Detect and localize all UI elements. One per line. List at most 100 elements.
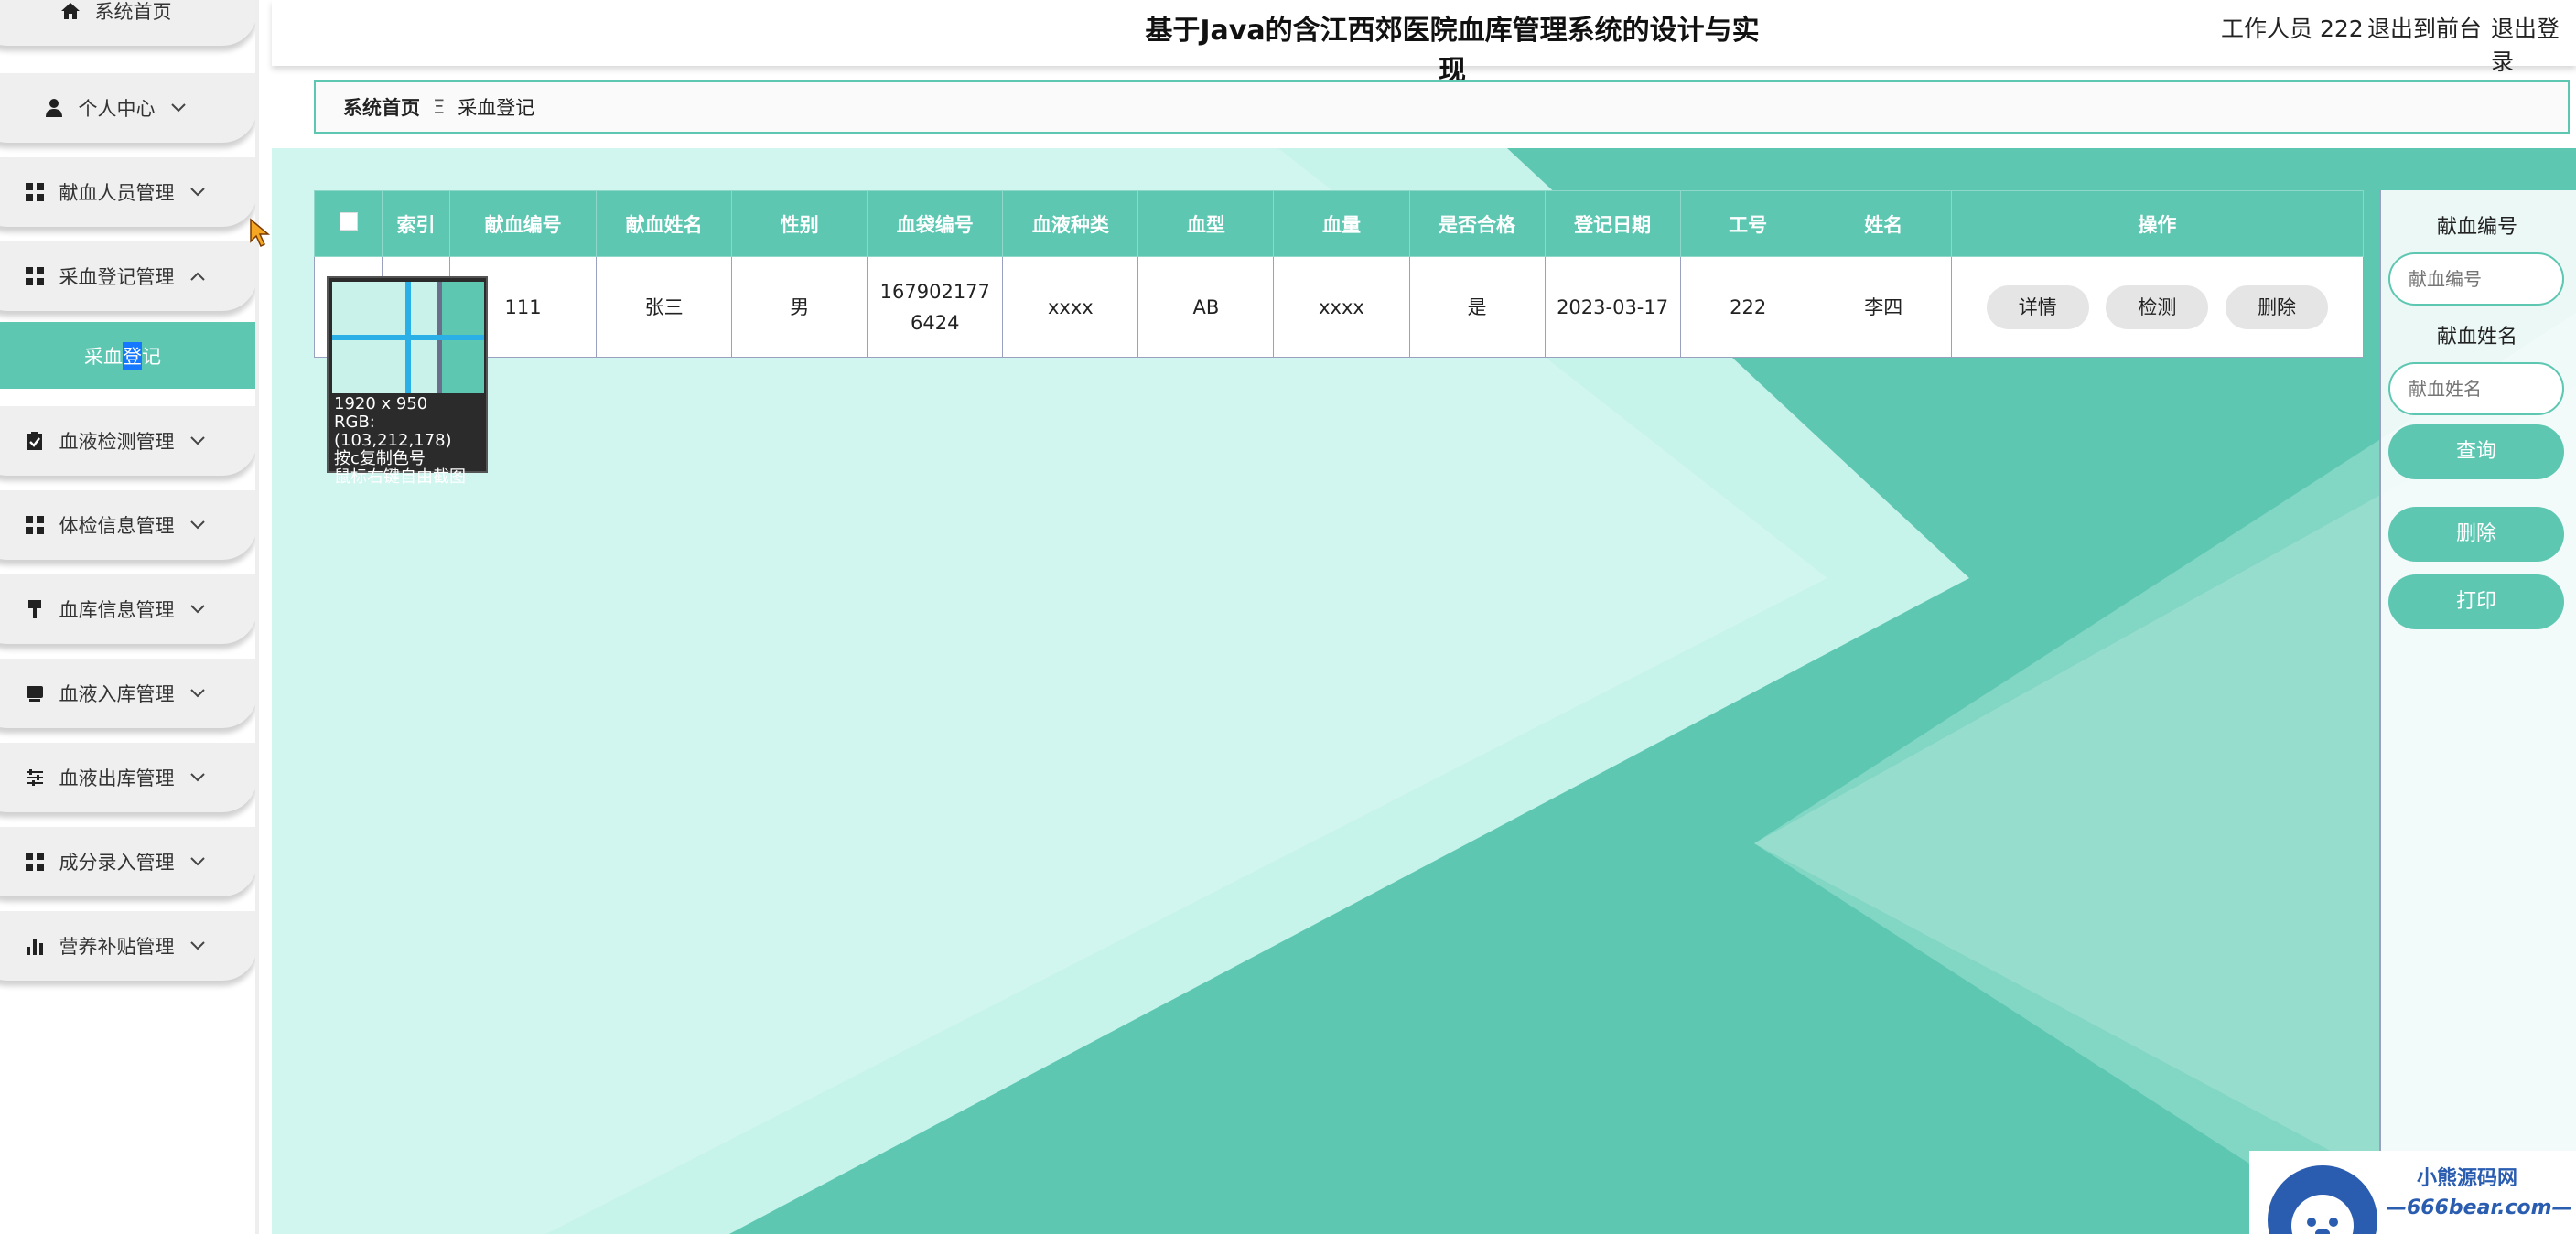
sidebar-item-blood-bank-info[interactable]: 血库信息管理 bbox=[0, 574, 255, 644]
sidebar-item-label: 营养补贴管理 bbox=[59, 936, 175, 958]
sidebar-item-collection-management[interactable]: 采血登记管理 bbox=[0, 241, 255, 311]
donor-no-label: 献血编号 bbox=[2436, 216, 2517, 239]
sidebar-item-component-entry[interactable]: 成分录入管理 bbox=[0, 827, 255, 896]
sub-label-selected-part: 登 bbox=[123, 341, 142, 370]
top-header: 基于Java的含江西郊医院血库管理系统的设计与实现 工作人员 222 退出到前台… bbox=[272, 0, 2576, 87]
sidebar-item-label: 个人中心 bbox=[78, 98, 156, 120]
breadcrumb: 系统首页 Ξ 采血登记 bbox=[314, 80, 2570, 134]
column-header: 登记日期 bbox=[1544, 190, 1681, 257]
sidebar-item-blood-testing[interactable]: 血液检测管理 bbox=[0, 406, 255, 476]
chevron-down-icon bbox=[188, 767, 208, 788]
donor-no-input[interactable] bbox=[2388, 252, 2564, 306]
cell-blood-type: AB bbox=[1137, 256, 1275, 358]
mouse-cursor-icon bbox=[250, 218, 271, 248]
column-header: 操作 bbox=[1950, 190, 2365, 257]
chevron-down-icon bbox=[188, 515, 208, 535]
cell-qualified: 是 bbox=[1408, 256, 1546, 358]
sidebar-item-home[interactable]: 系统首页 bbox=[0, 0, 255, 46]
sidebar-item-personal-center[interactable]: 个人中心 bbox=[0, 73, 255, 143]
sidebar-item-label: 血液出库管理 bbox=[59, 767, 175, 789]
cell-staff-name: 李四 bbox=[1815, 256, 1952, 358]
bear-logo bbox=[2268, 1165, 2377, 1234]
select-all-header[interactable] bbox=[313, 190, 383, 257]
chevron-down-icon bbox=[188, 936, 208, 956]
donor-name-input[interactable] bbox=[2388, 362, 2564, 415]
cell-bag-no-line2: 6424 bbox=[911, 311, 960, 334]
sidebar-item-label: 系统首页 bbox=[94, 1, 172, 23]
brush-icon bbox=[23, 597, 47, 621]
column-header: 献血编号 bbox=[449, 190, 598, 257]
sidebar-item-label: 血液检测管理 bbox=[59, 431, 175, 453]
watermark-url: —666bear.com— bbox=[2387, 1196, 2572, 1219]
cell-bag-no: 167902177 6424 bbox=[867, 256, 1004, 358]
magnifier-preview bbox=[332, 282, 484, 393]
chevron-down-icon bbox=[188, 852, 208, 872]
column-header: 献血姓名 bbox=[596, 190, 733, 257]
sidebar-subitem-collection-registration[interactable]: 采血登记 bbox=[0, 322, 255, 389]
home-icon bbox=[59, 0, 82, 23]
print-button[interactable]: 打印 bbox=[2388, 574, 2564, 629]
breadcrumb-current: 采血登记 bbox=[458, 97, 535, 119]
query-button[interactable]: 查询 bbox=[2388, 424, 2564, 479]
column-header: 工号 bbox=[1679, 190, 1816, 257]
picker-size: 1920 x 950 bbox=[334, 394, 428, 413]
watermark-title: 小熊源码网 bbox=[2417, 1167, 2518, 1190]
sidebar-item-donor-management[interactable]: 献血人员管理 bbox=[0, 157, 255, 227]
column-header: 性别 bbox=[731, 190, 868, 257]
column-header: 是否合格 bbox=[1408, 190, 1546, 257]
search-panel: 献血编号 献血姓名 查询 删除 打印 bbox=[2379, 190, 2576, 1234]
column-header: 姓名 bbox=[1815, 190, 1952, 257]
sidebar-item-label: 成分录入管理 bbox=[59, 852, 175, 874]
column-header: 血量 bbox=[1273, 190, 1410, 257]
cell-staff-no: 222 bbox=[1679, 256, 1816, 358]
delete-row-button[interactable]: 删除 bbox=[2226, 284, 2329, 329]
column-header: 血型 bbox=[1137, 190, 1275, 257]
sidebar-item-physical-exam[interactable]: 体检信息管理 bbox=[0, 490, 255, 560]
picker-rgb: RGB:(103,212,178) bbox=[334, 413, 452, 450]
front-page-link[interactable]: 退出到前台 bbox=[2367, 11, 2482, 44]
sidebar-item-blood-inbound[interactable]: 血液入库管理 bbox=[0, 659, 255, 728]
sidebar: 系统首页 个人中心 献血人员管理 采血登记管理 采血登记 血液检测管理 体检信息… bbox=[0, 0, 259, 1234]
sidebar-item-label: 体检信息管理 bbox=[59, 515, 175, 537]
detail-button[interactable]: 详情 bbox=[1986, 284, 2089, 329]
table-row: 111 张三 男 167902177 6424 xxxx AB xxxx 是 2… bbox=[313, 256, 2365, 358]
picker-hint-screenshot: 鼠标右键自由截图 bbox=[334, 467, 466, 487]
logout-link[interactable]: 退出登录 bbox=[2491, 11, 2576, 77]
sidebar-item-label: 血库信息管理 bbox=[59, 599, 175, 621]
chevron-up-icon bbox=[188, 266, 208, 286]
registration-table: 索引 献血编号 献血姓名 性别 血袋编号 血液种类 血型 血量 是否合格 登记日… bbox=[313, 190, 2365, 358]
chevron-down-icon bbox=[168, 98, 189, 118]
chevron-down-icon bbox=[188, 431, 208, 451]
select-all-checkbox[interactable] bbox=[339, 212, 358, 231]
chevron-down-icon bbox=[188, 683, 208, 703]
breadcrumb-home[interactable]: 系统首页 bbox=[343, 93, 420, 121]
cell-actions: 详情 检测 删除 bbox=[1950, 256, 2365, 358]
grid-icon bbox=[23, 850, 47, 874]
table-header-row: 索引 献血编号 献血姓名 性别 血袋编号 血液种类 血型 血量 是否合格 登记日… bbox=[313, 190, 2365, 257]
sidebar-item-label: 献血人员管理 bbox=[59, 182, 175, 204]
cell-blood-kind: xxxx bbox=[1002, 256, 1139, 358]
cell-gender: 男 bbox=[731, 256, 868, 358]
batch-delete-button[interactable]: 删除 bbox=[2388, 507, 2564, 562]
test-button[interactable]: 检测 bbox=[2106, 284, 2209, 329]
grid-icon bbox=[23, 180, 47, 204]
breadcrumb-separator: Ξ bbox=[433, 96, 446, 118]
column-header: 索引 bbox=[382, 190, 451, 257]
clipboard-check-icon bbox=[23, 429, 47, 453]
chevron-down-icon bbox=[188, 182, 208, 202]
chevron-down-icon bbox=[188, 599, 208, 619]
sidebar-item-label: 采血登记管理 bbox=[59, 266, 175, 288]
column-header: 血液种类 bbox=[1002, 190, 1139, 257]
sidebar-item-nutrition-subsidy[interactable]: 营养补贴管理 bbox=[0, 911, 255, 981]
grid-icon bbox=[23, 264, 47, 288]
donor-name-label: 献血姓名 bbox=[2436, 326, 2517, 349]
sub-label-part: 记 bbox=[142, 345, 161, 368]
sidebar-item-blood-outbound[interactable]: 血液出库管理 bbox=[0, 743, 255, 812]
color-picker-tooltip: 1920 x 950 RGB:(103,212,178) 按c复制色号 鼠标右键… bbox=[327, 276, 488, 487]
grid-icon bbox=[23, 513, 47, 537]
sidebar-item-label: 血液入库管理 bbox=[59, 683, 175, 705]
cell-bag-no-line1: 167902177 bbox=[879, 280, 990, 303]
tray-icon bbox=[23, 681, 47, 705]
sub-label-part: 采血 bbox=[84, 345, 123, 368]
bar-chart-icon bbox=[23, 934, 47, 958]
